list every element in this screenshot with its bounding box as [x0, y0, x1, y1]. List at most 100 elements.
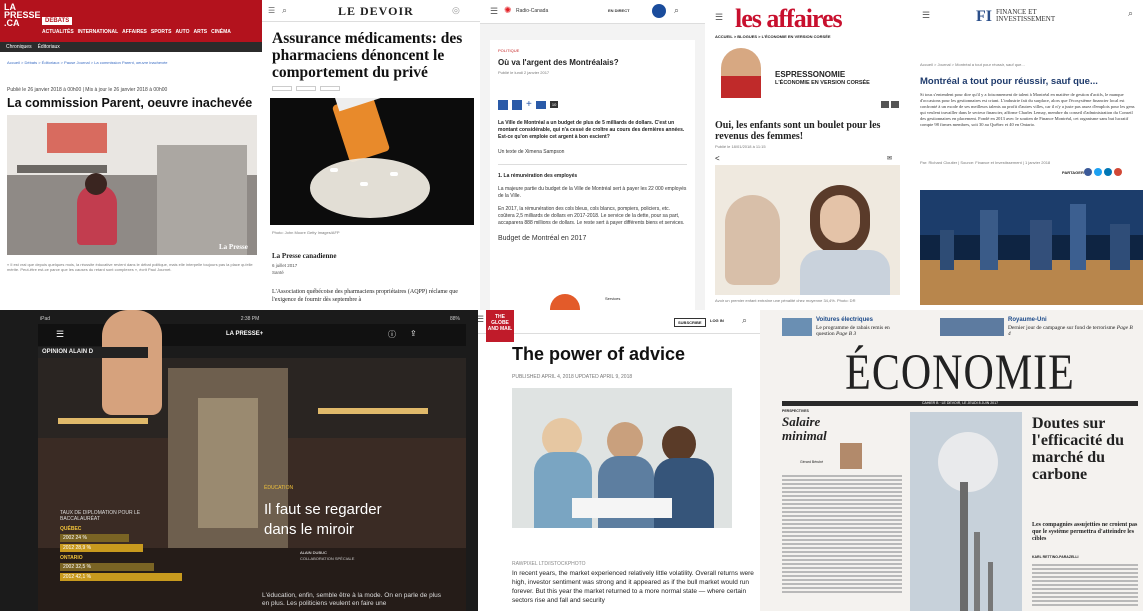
linkedin-icon[interactable]	[1104, 168, 1112, 176]
article-lead: La Ville de Montréal a un budget de plus…	[498, 120, 685, 140]
publish-date: 6 juillet 2017	[272, 263, 298, 268]
publish-date: Publié le lundi 2 janvier 2017	[498, 70, 550, 75]
les-affaires-logo[interactable]: les affaires	[735, 4, 843, 34]
menu-icon[interactable]: ☰	[490, 6, 498, 17]
live-link[interactable]: EN DIRECT	[608, 8, 630, 13]
twitter-icon[interactable]	[512, 99, 522, 110]
menu-icon[interactable]: ☰	[56, 329, 64, 340]
breadcrumb[interactable]: ACCUEIL > BLOGUES > L'ÉCONOMIE EN VERSIO…	[715, 34, 831, 39]
chart-bar-label: 2002 32,5 %	[63, 564, 92, 570]
photo-credit: Photo: John Moore Getty Images/AFP	[272, 230, 340, 235]
author-role: COLLABORATION SPÉCIALE	[300, 556, 355, 561]
article-body: L'Association québécoise des pharmaciens…	[272, 289, 458, 303]
comment-icon[interactable]	[535, 100, 546, 109]
share-icon[interactable]: <	[715, 154, 720, 163]
share-button[interactable]	[320, 86, 340, 91]
subnav-item[interactable]: Chroniques	[6, 44, 32, 50]
article-body: In recent years, the market experienced …	[512, 570, 754, 604]
share-bar	[1084, 168, 1122, 176]
globe-and-mail-logo[interactable]: THE GLOBE AND MAIL	[486, 310, 514, 342]
folio: CAHIER B · LE DEVOIR, LE JEUDI 8 JUIN 20…	[782, 401, 1138, 406]
hand-finger	[102, 310, 162, 415]
avatar[interactable]	[652, 4, 666, 18]
chart-bar-label: 2012 42,1 %	[63, 574, 92, 580]
search-icon[interactable]: ⌕	[1128, 8, 1133, 19]
share-button[interactable]	[296, 86, 316, 91]
nav-item[interactable]: ACTUALITÉS	[42, 29, 74, 35]
nav-item[interactable]: AUTO	[175, 29, 189, 35]
screenshot-ipad-la-presse-plus: iPad 2:38 PM 88% ☰ LA PRESSE+ ⓘ ⇪ OPINIO…	[0, 310, 478, 611]
chart-bar: 2002 32,5 %	[60, 563, 154, 571]
facebook-icon[interactable]	[1084, 168, 1092, 176]
radio-canada-logo[interactable]: Radio-Canada	[516, 8, 548, 14]
columnist-photo	[840, 443, 862, 469]
chart-bar: 2012 42,1 %	[60, 573, 182, 581]
finance-investissement-logo[interactable]: FINANCE ET INVESTISSEMENT	[996, 9, 1055, 23]
article-title: Où va l'argent des Montréalais?	[498, 58, 619, 67]
sub-nav: Chroniques Éditoriaux	[0, 42, 262, 52]
article-title: Montréal a tout pour réussir, sauf que..…	[920, 76, 1098, 87]
nav-item[interactable]: SPORTS	[151, 29, 172, 35]
email-icon[interactable]	[1114, 168, 1122, 176]
search-icon[interactable]: ⌕	[742, 315, 747, 326]
screenshot-le-devoir-economie: Voitures électriques Le programme de rab…	[760, 310, 1143, 611]
menu-icon[interactable]: ☰	[922, 10, 930, 21]
nav-item[interactable]: INTERNATIONAL	[78, 29, 118, 35]
article-title: La commission Parent, oeuvre inachevée	[7, 96, 253, 110]
menu-icon[interactable]: ☰	[715, 12, 723, 23]
teaser-text: Le programme de rabais remis en question…	[816, 325, 890, 337]
more-share-icon[interactable]: +	[526, 99, 532, 110]
nav-item[interactable]: AFFAIRES	[122, 29, 147, 35]
publish-date: Publié le 26 janvier 2018 à 00h00 | Mis …	[7, 87, 168, 93]
la-presse-plus-logo[interactable]: LA PRESSE+	[226, 331, 263, 337]
twitter-icon[interactable]	[1094, 168, 1102, 176]
menu-icon[interactable]: ☰	[268, 6, 275, 15]
article-photo	[920, 190, 1143, 305]
radio-canada-logo-icon[interactable]: ✺	[504, 5, 512, 16]
logo-text: LA PRESSE .CA	[4, 2, 41, 28]
chart-title: TAUX DE DIPLOMATION POUR LE BACCALAURÉAT	[60, 510, 141, 522]
chart-bar: 2002 24 %	[60, 534, 129, 542]
menu-icon[interactable]: ☰	[478, 314, 484, 325]
chart-group-label: ONTARIO	[60, 555, 83, 561]
prev-button[interactable]	[881, 101, 889, 108]
article-headline: Il faut se regarder dans le miroir	[264, 501, 382, 538]
site-header: ☰ THE GLOBE AND MAIL SUBSCRIBE LOG IN ⌕	[478, 310, 760, 342]
photo-caption: « Il est vrai que depuis quelques mois, …	[7, 262, 253, 272]
category-label[interactable]: POLITIQUE	[498, 48, 687, 53]
nav-item[interactable]: CINÉMA	[211, 29, 231, 35]
screenshot-radio-canada: ☰ ✺ Radio-Canada EN DIRECT ⌕ POLITIQUE O…	[480, 0, 705, 310]
info-icon[interactable]: ⓘ	[388, 329, 396, 340]
chart-label: Services	[605, 296, 621, 301]
next-button[interactable]	[891, 101, 899, 108]
subscribe-button[interactable]: SUBSCRIBE	[674, 318, 706, 327]
columnist-name: Gérard Bérubé	[800, 460, 824, 464]
section-badge[interactable]: DÉBATS	[42, 17, 73, 25]
le-devoir-logo[interactable]: LE DEVOIR	[338, 4, 414, 19]
budget-pie-chart	[550, 294, 580, 310]
article-photo	[270, 98, 474, 225]
account-icon[interactable]: ◎	[452, 5, 460, 16]
search-icon[interactable]: ⌕	[674, 5, 679, 16]
subnav-item[interactable]: Éditoriaux	[38, 44, 60, 50]
share-button[interactable]	[272, 86, 292, 91]
screenshot-la-presse: LA PRESSE .CA DÉBATS ACTUALITÉS INTERNAT…	[0, 0, 262, 310]
teaser-heading[interactable]: Royaume-Uni	[1008, 317, 1047, 323]
article-photo	[715, 165, 900, 295]
site-header: LA PRESSE .CA DÉBATS ACTUALITÉS INTERNAT…	[0, 0, 262, 42]
login-button[interactable]: LOG IN	[710, 318, 724, 323]
screenshot-finance-investissement: ☰ FI FINANCE ET INVESTISSEMENT ⌕ Accueil…	[910, 0, 1143, 310]
author: Par: Richard Cloutier | Source: Finance …	[920, 160, 1051, 165]
la-presse-logo[interactable]: LA PRESSE .CA	[4, 2, 41, 37]
section-heading: 1. La rémunération des employés	[498, 173, 578, 179]
graduation-chart: TAUX DE DIPLOMATION POUR LE BACCALAURÉAT…	[60, 510, 210, 583]
breadcrumb[interactable]: Accueil > Journal > Montréal a tout pour…	[920, 62, 1025, 67]
facebook-icon[interactable]	[498, 99, 508, 110]
article-card: POLITIQUE Où va l'argent des Montréalais…	[490, 40, 695, 310]
email-icon[interactable]: ✉	[887, 155, 892, 162]
search-icon[interactable]: ⌕	[282, 5, 287, 16]
nav-item[interactable]: ARTS	[194, 29, 208, 35]
share-icon[interactable]: ⇪	[410, 329, 417, 338]
teaser-heading[interactable]: Voitures électriques	[816, 317, 873, 323]
breadcrumb[interactable]: Accueil > Débats > Éditoriaux > Pause Jo…	[7, 60, 255, 65]
